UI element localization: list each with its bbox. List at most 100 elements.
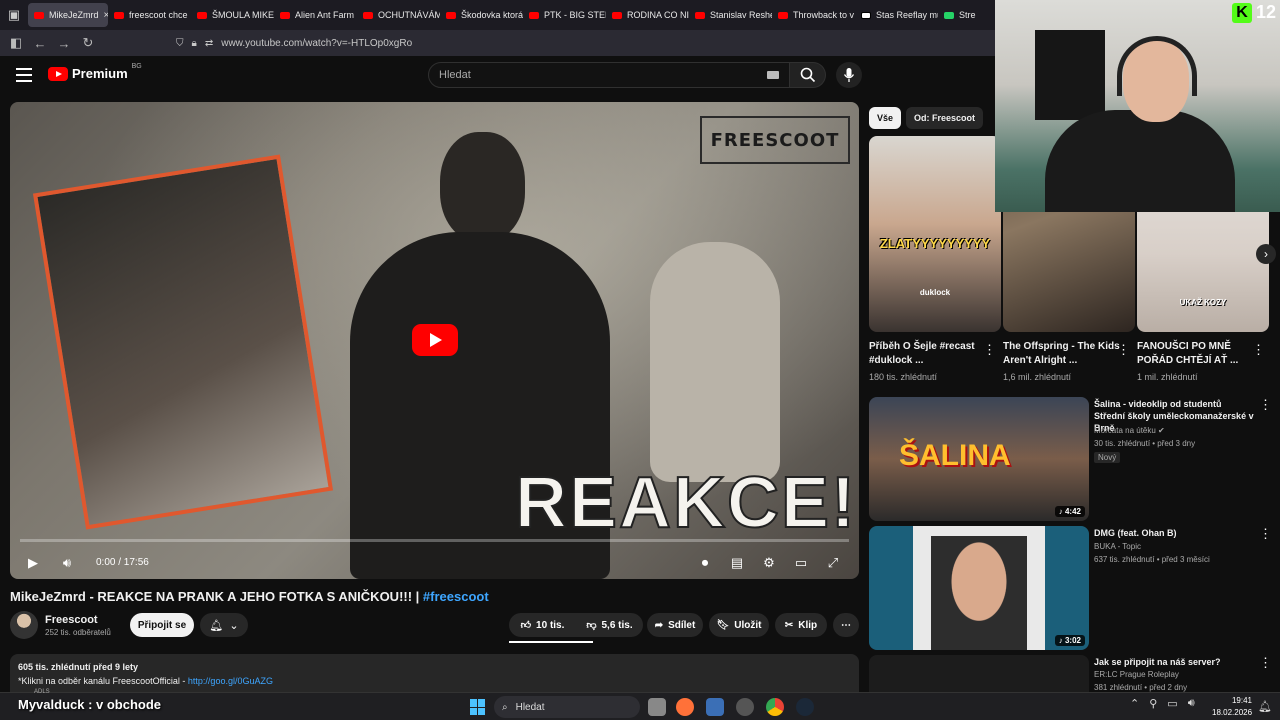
video-thumbnail[interactable] <box>869 655 1089 692</box>
stream-overlay-text: Myvalduck : v obchode <box>18 697 162 712</box>
like-button[interactable]: 👍︎ 10 tis. <box>509 613 576 637</box>
browser-tab[interactable]: Stas Reeflay mu <box>855 3 938 27</box>
app-icon[interactable] <box>736 698 754 716</box>
video-title-link[interactable]: Jak se připojit na náš server? <box>1094 656 1254 668</box>
video-overlay-text: REAKCE! <box>514 462 858 544</box>
short-thumbnail[interactable]: ZLATYYYYYYYYY duklock <box>869 136 1001 332</box>
progress-bar[interactable] <box>20 539 849 542</box>
notification-bell-icon[interactable]: 🔔︎ <box>1258 700 1272 713</box>
video-description[interactable]: 605 tis. zhlédnutí před 9 lety *Klikni n… <box>10 654 859 694</box>
browser-tab[interactable]: Alien Ant Farm <box>274 3 357 27</box>
app-tray-icon[interactable]: ⚲ <box>1149 697 1157 710</box>
join-button[interactable]: Připojit se <box>130 613 194 637</box>
tab-overview-icon[interactable]: ▣ <box>0 0 28 30</box>
more-actions-button[interactable]: ⋯ <box>833 613 859 637</box>
reload-icon[interactable]: ↻ <box>76 31 100 55</box>
display-icon[interactable]: ▭ <box>1167 697 1177 710</box>
video-player[interactable]: FREESCOOT REAKCE! ▶ 🔊︎ 0:00 / 17:56 ⏺ ▤ … <box>10 102 859 579</box>
hashtag-link[interactable]: #freescoot <box>423 589 489 604</box>
steam-icon[interactable] <box>796 698 814 716</box>
description-link[interactable]: http://goo.gl/0GuAZG <box>188 676 273 686</box>
new-badge: Nový <box>1094 452 1121 463</box>
chevron-down-icon: ⌄ <box>229 619 239 632</box>
short-title[interactable]: FANOUŠCI PO MNĚ POŘÁD CHTĚJÍ AŤ ... <box>1137 340 1255 368</box>
lock-icon[interactable]: 🔒︎ <box>192 38 197 49</box>
share-label: Sdílet <box>668 619 696 631</box>
video-channel[interactable]: ER:LC Prague Roleplay <box>1094 670 1179 679</box>
address-bar[interactable]: ⛉ 🔒︎ ⇄ www.youtube.com/watch?v=-HTLOp0xg… <box>176 33 976 53</box>
video-menu-icon[interactable]: ⋮ <box>1259 526 1272 542</box>
bookmark-icon <box>861 11 871 19</box>
sidebar-toggle-icon[interactable]: ◧ <box>4 31 28 55</box>
headphones-icon <box>1117 36 1197 96</box>
logo-text: Premium <box>72 66 128 81</box>
settings-icon[interactable]: ⚙ <box>758 553 780 573</box>
short-views: 180 tis. zhlédnutí <box>869 372 938 382</box>
forward-icon[interactable]: → <box>52 31 76 55</box>
browser-tab[interactable]: MikeJeZmrd × <box>28 3 108 27</box>
short-menu-icon[interactable]: ⋮ <box>1252 342 1265 358</box>
task-view-icon[interactable] <box>648 698 666 716</box>
share-button[interactable]: ➦ Sdílet <box>647 613 703 637</box>
channel-name[interactable]: Freescoot <box>45 614 98 626</box>
youtube-logo[interactable]: Premium BG <box>48 63 142 81</box>
permissions-icon[interactable]: ⇄ <box>205 38 213 49</box>
short-title[interactable]: The Offspring - The Kids Aren't Alright … <box>1003 340 1121 368</box>
browser-tab[interactable]: freescoot chce <box>108 3 191 27</box>
browser-tab[interactable]: Stanislav Reshe <box>689 3 772 27</box>
tab-label: Škodovka ktorá <box>461 10 523 20</box>
browser-tab[interactable]: Škodovka ktorá <box>440 3 523 27</box>
save-button[interactable]: 🔖︎ Uložit <box>709 613 769 637</box>
youtube-icon <box>114 11 124 19</box>
play-icon[interactable]: ▶ <box>22 553 44 573</box>
short-views: 1,6 mil. zhlédnutí <box>1003 372 1072 382</box>
volume-icon[interactable]: 🔊︎ <box>56 553 78 573</box>
chrome-icon[interactable] <box>766 698 784 716</box>
volume-icon[interactable]: 🔊︎ <box>1188 697 1195 710</box>
subtitles-icon[interactable]: ▤ <box>726 553 748 573</box>
search-input[interactable]: Hledat <box>428 62 790 88</box>
video-title-link[interactable]: DMG (feat. Ohan B) <box>1094 527 1254 539</box>
shorts-next-button[interactable]: › <box>1256 244 1276 264</box>
back-icon[interactable]: ← <box>28 31 52 55</box>
video-menu-icon[interactable]: ⋮ <box>1259 655 1272 671</box>
video-menu-icon[interactable]: ⋮ <box>1259 397 1272 413</box>
video-channel[interactable]: Morčata na útěku ✔ <box>1094 426 1165 435</box>
notifications-button[interactable]: 🔔︎ ⌄ <box>200 613 248 637</box>
big-play-button[interactable] <box>412 324 458 356</box>
browser-tab[interactable]: OCHUTNÁVÁM <box>357 3 440 27</box>
short-menu-icon[interactable]: ⋮ <box>983 342 996 358</box>
firefox-icon[interactable] <box>676 698 694 716</box>
browser-tab[interactable]: PTK - BIG STEP <box>523 3 606 27</box>
short-menu-icon[interactable]: ⋮ <box>1117 342 1130 358</box>
thumbnail-figure <box>931 536 1027 650</box>
chip-from-channel[interactable]: Od: Freescoot <box>906 107 984 129</box>
shield-icon[interactable]: ⛉ <box>176 38 184 49</box>
taskbar-search[interactable]: ⌕ Hledat <box>494 696 640 718</box>
browser-tab[interactable]: RODINA CO NI <box>606 3 689 27</box>
chevron-up-icon[interactable]: ⌃ <box>1130 697 1139 710</box>
search-button[interactable] <box>790 62 826 88</box>
video-thumbnail[interactable]: ♪ 3:02 <box>869 526 1089 650</box>
youtube-icon <box>197 11 207 19</box>
channel-avatar[interactable] <box>10 611 38 639</box>
windows-start-icon[interactable] <box>470 699 486 715</box>
dislike-button[interactable]: 👎︎ 5,6 tis. <box>576 613 643 637</box>
autoplay-toggle-icon[interactable]: ⏺ <box>694 553 716 573</box>
app-icon[interactable] <box>706 698 724 716</box>
browser-tab[interactable]: Throwback to v <box>772 3 855 27</box>
youtube-icon <box>446 11 456 19</box>
url-text[interactable]: www.youtube.com/watch?v=-HTLOp0xgRo <box>221 38 412 49</box>
short-title[interactable]: Příběh O Šejle #recast #duklock ... <box>869 340 987 368</box>
browser-tab[interactable]: ŠMOULA MIKE <box>191 3 274 27</box>
video-thumbnail[interactable]: ŠALINA ♪ 4:42 <box>869 397 1089 521</box>
clock[interactable]: 19:41 18.02.2026 <box>1212 695 1252 719</box>
video-channel[interactable]: BUKA - Topic <box>1094 542 1141 551</box>
voice-search-button[interactable] <box>836 62 862 88</box>
menu-icon[interactable] <box>16 68 32 82</box>
keyboard-icon[interactable] <box>767 71 779 79</box>
chip-all[interactable]: Vše <box>869 107 902 129</box>
theater-mode-icon[interactable]: ▭ <box>790 553 812 573</box>
fullscreen-icon[interactable]: ⤢ <box>822 553 844 573</box>
clip-button[interactable]: ✂ Klip <box>775 613 827 637</box>
